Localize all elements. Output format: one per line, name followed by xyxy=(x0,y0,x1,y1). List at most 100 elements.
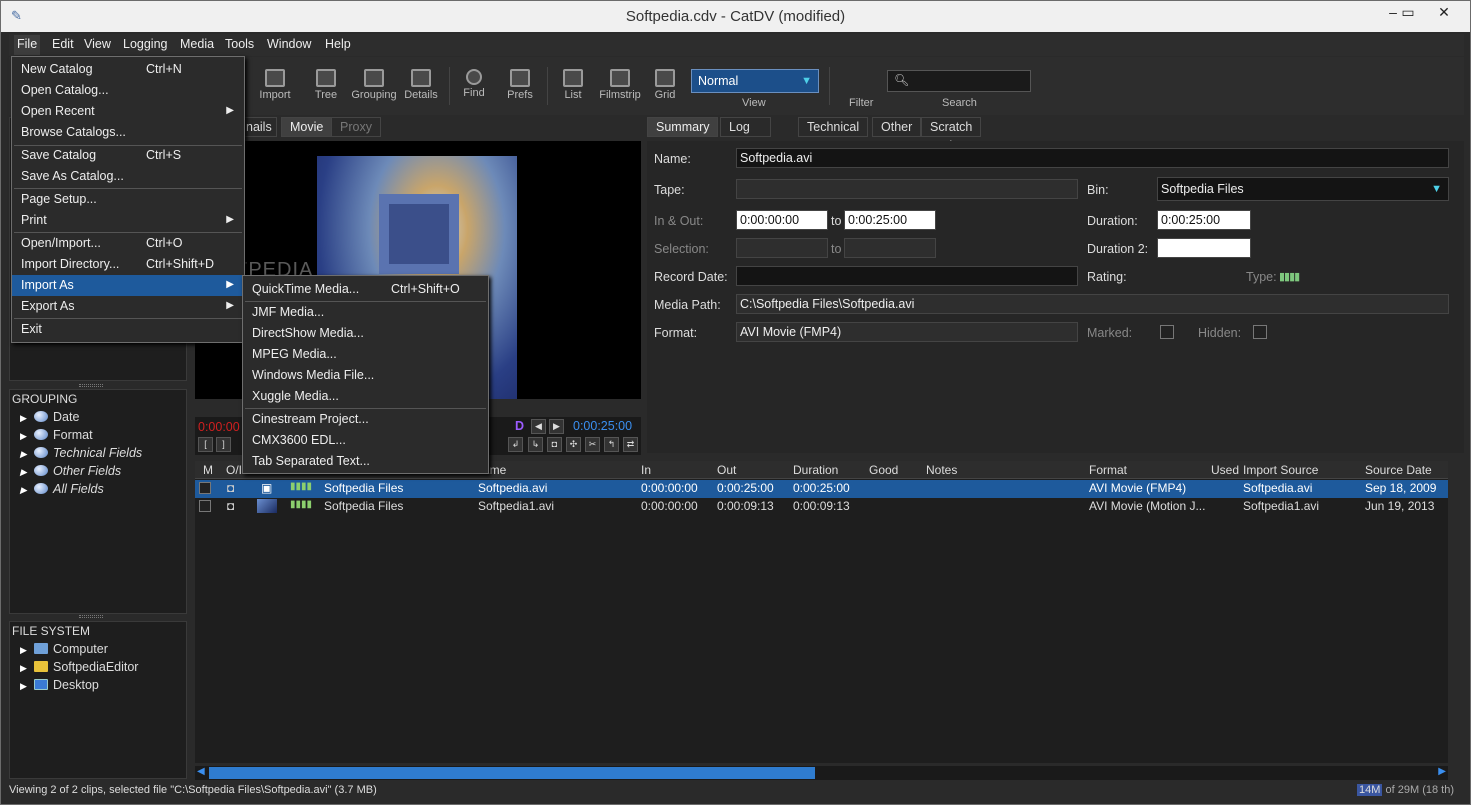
menu-help[interactable]: Help xyxy=(325,37,351,51)
in-field[interactable]: 0:00:00:00 xyxy=(736,210,828,230)
menu-item-new-catalog[interactable]: New Catalog Ctrl+N xyxy=(12,59,244,80)
group-item-all[interactable]: ▶ All Fields xyxy=(20,482,104,496)
group-item-format[interactable]: ▶ Format xyxy=(20,428,93,442)
memory-indicator[interactable]: 14M of 29M (18 th) xyxy=(1357,784,1454,796)
expand-icon[interactable]: ▶ xyxy=(20,449,34,460)
expand-icon[interactable]: ▶ xyxy=(20,663,34,674)
group-item-date[interactable]: ▶ Date xyxy=(20,410,79,424)
format-field[interactable]: AVI Movie (FMP4) xyxy=(736,322,1078,342)
menu-tools[interactable]: Tools xyxy=(225,37,254,51)
menu-item-cmx3600-edl[interactable]: CMX3600 EDL... xyxy=(243,430,488,451)
menu-item-directshow[interactable]: DirectShow Media... xyxy=(243,323,488,344)
out-field[interactable]: 0:00:25:00 xyxy=(844,210,936,230)
menu-item-jmf[interactable]: JMF Media... xyxy=(243,302,488,323)
selection-in-field[interactable] xyxy=(736,238,828,258)
menu-item-windows-media[interactable]: Windows Media File... xyxy=(243,365,488,386)
expand-icon[interactable]: ▶ xyxy=(20,431,34,442)
menu-item-save-as-catalog[interactable]: Save As Catalog... xyxy=(12,166,244,187)
menu-item-save-catalog[interactable]: Save Catalog Ctrl+S xyxy=(12,145,244,166)
menu-edit[interactable]: Edit xyxy=(52,37,74,51)
expand-icon[interactable]: ▶ xyxy=(20,645,34,656)
col-header-in[interactable]: In xyxy=(641,463,651,477)
mark-in-icon[interactable]: [ xyxy=(198,437,213,452)
marked-checkbox[interactable] xyxy=(1160,325,1174,339)
menu-item-tab-separated[interactable]: Tab Separated Text... xyxy=(243,451,488,472)
splitter-grip[interactable] xyxy=(79,384,103,387)
menu-view[interactable]: View xyxy=(84,37,111,51)
menu-item-import-directory[interactable]: Import Directory... Ctrl+Shift+D xyxy=(12,254,244,275)
find-button[interactable]: Find xyxy=(461,63,487,99)
tab-summary[interactable]: Summary xyxy=(647,117,719,137)
menu-item-import-as[interactable]: Import As ▶ xyxy=(12,275,244,296)
view-select[interactable]: Normal ▼ xyxy=(691,69,819,93)
tab-movie[interactable]: Movie xyxy=(281,117,333,137)
horizontal-scrollbar[interactable]: ◀ ▶ xyxy=(195,766,1448,780)
menu-item-open-catalog[interactable]: Open Catalog... xyxy=(12,80,244,101)
col-header-import-source[interactable]: Import Source xyxy=(1243,463,1318,477)
tab-proxy[interactable]: Proxy xyxy=(331,117,381,137)
col-header-notes[interactable]: Notes xyxy=(926,463,957,477)
col-header-out[interactable]: Out xyxy=(717,463,736,477)
hidden-checkbox[interactable] xyxy=(1253,325,1267,339)
search-input[interactable]: 🔍︎ xyxy=(887,70,1031,92)
maximize-icon[interactable]: ▭ xyxy=(1393,1,1423,25)
menu-media[interactable]: Media xyxy=(180,37,214,51)
close-icon[interactable]: ✕ xyxy=(1429,1,1459,25)
loop-icon[interactable]: ⇄ xyxy=(623,437,638,452)
tool-icon[interactable]: ✣ xyxy=(566,437,581,452)
expand-icon[interactable]: ▶ xyxy=(20,413,34,424)
tab-scratch-pad[interactable]: Scratch Pad xyxy=(921,117,982,153)
fs-item-softpediaeditor[interactable]: ▶ SoftpediaEditor xyxy=(20,660,138,674)
menu-item-browse-catalogs[interactable]: Browse Catalogs... xyxy=(12,122,244,143)
table-row[interactable]: ◘ ▣ ▮▮▮▮ Softpedia Files Softpedia.avi 0… xyxy=(195,480,1448,498)
expand-icon[interactable]: ▶ xyxy=(20,485,34,496)
media-path-field[interactable]: C:\Softpedia Files\Softpedia.avi xyxy=(736,294,1449,314)
splitter-grip[interactable] xyxy=(79,615,103,618)
fs-item-desktop[interactable]: ▶ Desktop xyxy=(20,678,99,692)
grid-button[interactable]: Grid xyxy=(653,63,677,101)
menu-item-export-as[interactable]: Export As ▶ xyxy=(12,296,244,317)
tab-other[interactable]: Other xyxy=(872,117,922,137)
menu-file[interactable]: File xyxy=(14,35,41,55)
details-button[interactable]: Details xyxy=(403,63,439,101)
menu-item-exit[interactable]: Exit xyxy=(12,319,244,340)
scroll-right-icon[interactable]: ▶ xyxy=(1438,766,1446,777)
scrollbar-thumb[interactable] xyxy=(209,767,815,779)
col-header-oi[interactable]: O/I xyxy=(226,463,242,477)
record-date-field[interactable] xyxy=(736,266,1078,286)
table-row[interactable]: ◘ ▮▮▮▮ Softpedia Files Softpedia1.avi 0:… xyxy=(195,498,1448,516)
snapshot-icon[interactable]: ◘ xyxy=(547,437,562,452)
list-button[interactable]: List xyxy=(561,63,585,101)
tree-button[interactable]: Tree xyxy=(311,63,341,101)
menu-window[interactable]: Window xyxy=(267,37,311,51)
tool-icon[interactable]: ↰ xyxy=(604,437,619,452)
cut-icon[interactable]: ✂ xyxy=(585,437,600,452)
tape-field[interactable] xyxy=(736,179,1078,199)
menu-item-open-import[interactable]: Open/Import... Ctrl+O xyxy=(12,233,244,254)
col-header-good[interactable]: Good xyxy=(869,463,898,477)
name-field[interactable]: Softpedia.avi xyxy=(736,148,1449,168)
menu-item-mpeg[interactable]: MPEG Media... xyxy=(243,344,488,365)
prefs-button[interactable]: Prefs xyxy=(505,63,535,101)
duration2-field[interactable] xyxy=(1157,238,1251,258)
menu-item-cinestream[interactable]: Cinestream Project... xyxy=(243,409,488,430)
tab-log-notes[interactable]: Log Notes xyxy=(720,117,771,153)
col-header-format[interactable]: Format xyxy=(1089,463,1127,477)
col-header-used[interactable]: Used xyxy=(1211,463,1239,477)
menu-item-page-setup[interactable]: Page Setup... xyxy=(12,189,244,210)
menu-item-print[interactable]: Print ▶ xyxy=(12,210,244,231)
group-item-technical[interactable]: ▶ Technical Fields xyxy=(20,446,142,460)
menu-item-open-recent[interactable]: Open Recent ▶ xyxy=(12,101,244,122)
grouping-button[interactable]: Grouping xyxy=(349,63,399,101)
expand-icon[interactable]: ▶ xyxy=(20,467,34,478)
fs-item-computer[interactable]: ▶ Computer xyxy=(20,642,108,656)
import-button[interactable]: Import xyxy=(259,63,291,101)
row-checkbox[interactable] xyxy=(199,500,211,512)
tool-icon[interactable]: ↳ xyxy=(528,437,543,452)
selection-out-field[interactable] xyxy=(844,238,936,258)
step-back-icon[interactable]: ◀ xyxy=(531,419,546,434)
expand-icon[interactable]: ▶ xyxy=(20,681,34,692)
bin-select[interactable]: Softpedia Files ▼ xyxy=(1157,177,1449,201)
scroll-left-icon[interactable]: ◀ xyxy=(197,766,205,777)
step-forward-icon[interactable]: ▶ xyxy=(549,419,564,434)
